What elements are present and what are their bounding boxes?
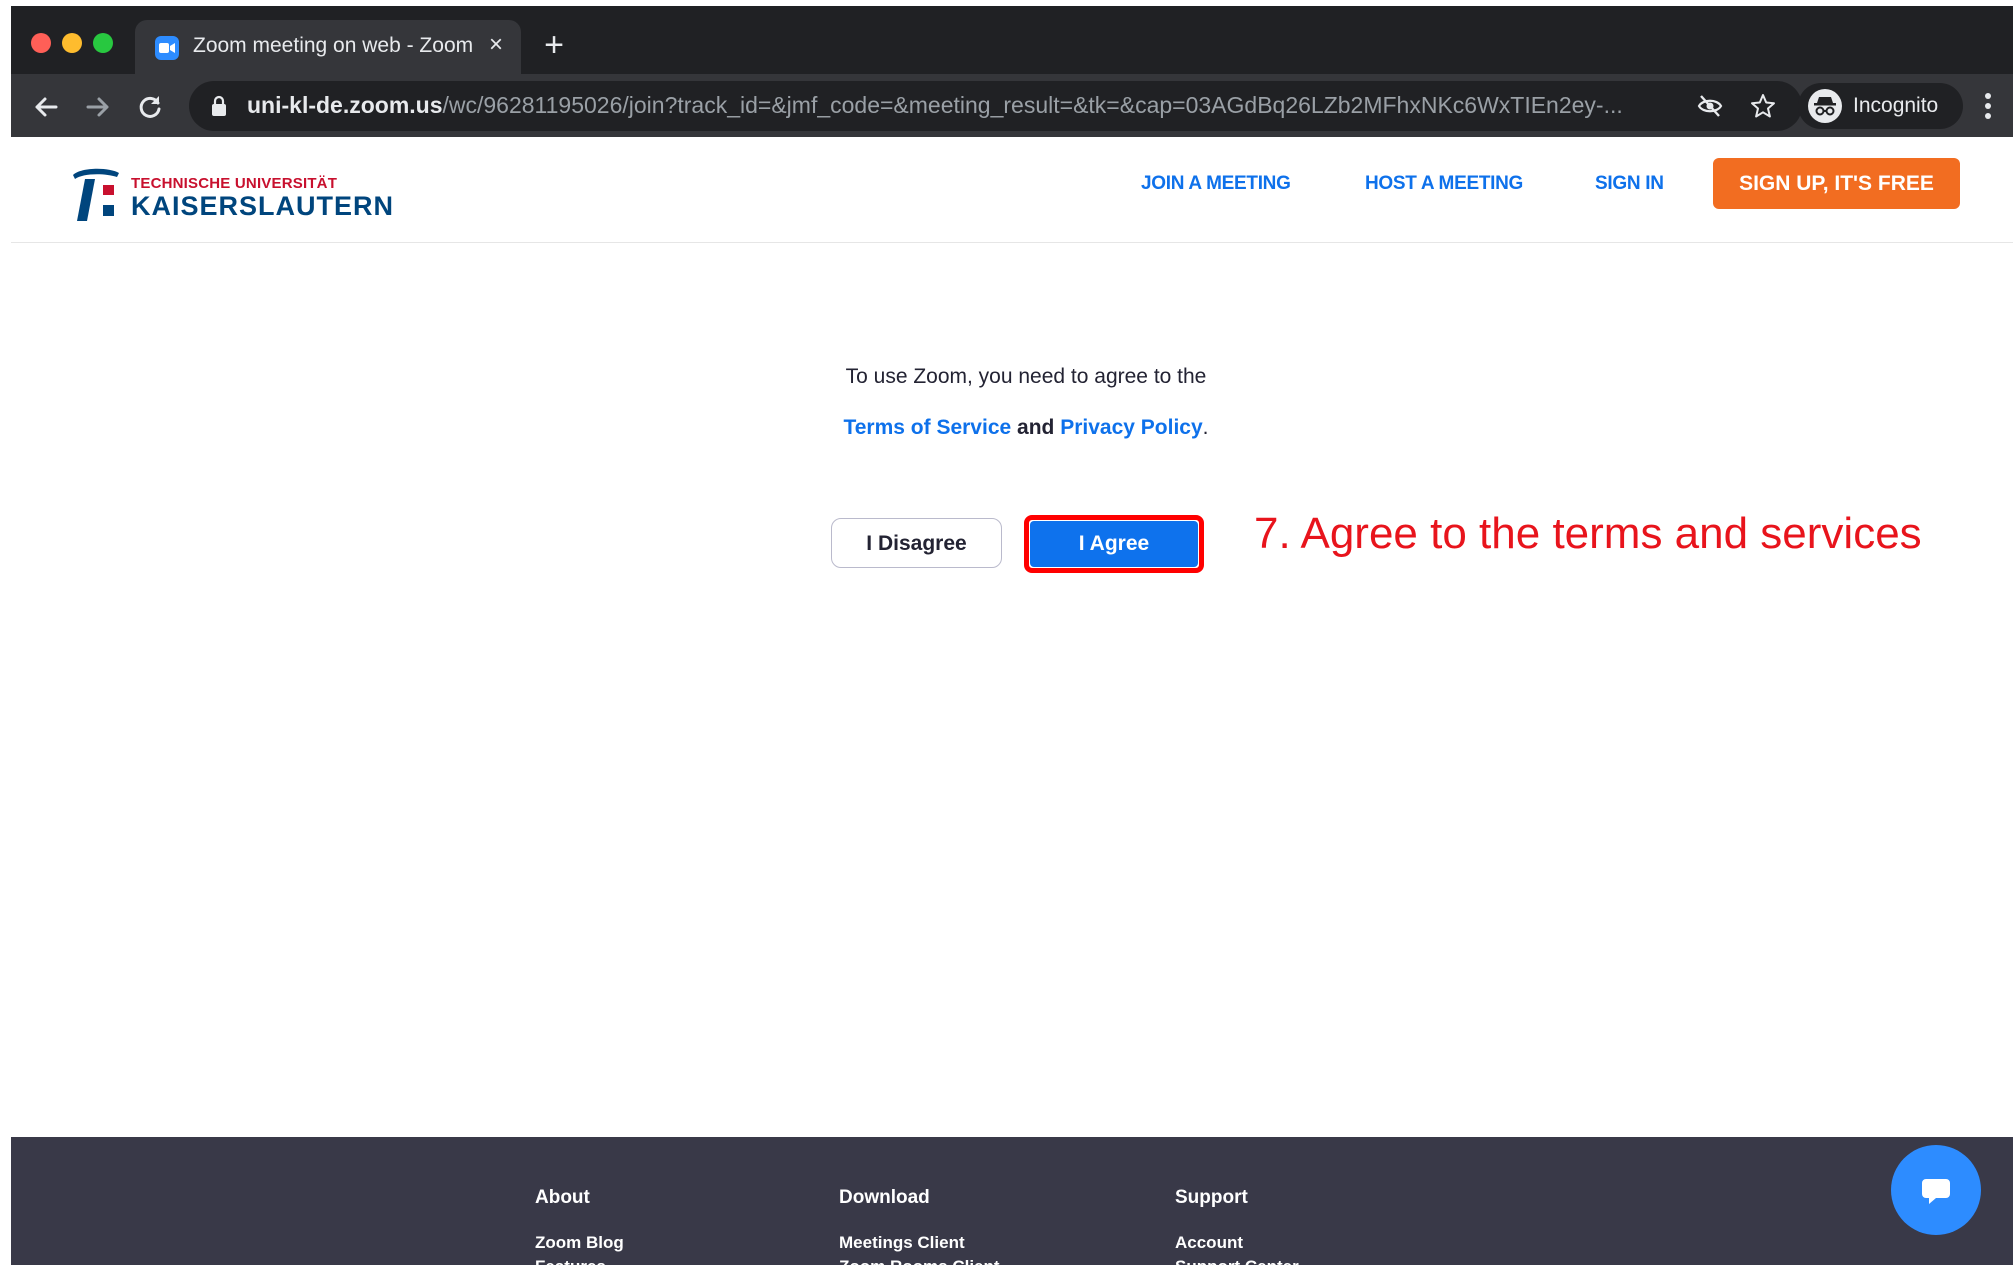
site-footer: About Zoom Blog Features Download Meetin… [11, 1137, 2013, 1265]
agree-button[interactable]: I Agree [1030, 521, 1198, 567]
chat-bubble-icon [1922, 1179, 1950, 1204]
url-path: /wc/96281195026/join?track_id=&jmf_code=… [442, 92, 1623, 118]
incognito-icon [1808, 89, 1842, 123]
sign-in-link[interactable]: SIGN IN [1595, 173, 1664, 195]
host-meeting-link[interactable]: HOST A MEETING [1365, 173, 1523, 195]
reload-icon[interactable] [135, 92, 165, 122]
footer-link-account[interactable]: Account [1175, 1231, 1299, 1255]
bookmark-star-icon[interactable] [1750, 93, 1776, 119]
terms-links: Terms of Service and Privacy Policy. [711, 416, 1341, 440]
footer-about-heading: About [535, 1187, 590, 1208]
sign-up-button[interactable]: SIGN UP, IT'S FREE [1713, 158, 1960, 209]
url-text[interactable]: uni-kl-de.zoom.us/wc/96281195026/join?tr… [247, 92, 1697, 119]
chat-support-button[interactable] [1891, 1145, 1981, 1235]
url-host: uni-kl-de.zoom.us [247, 92, 443, 118]
lock-icon [211, 95, 227, 122]
incognito-indicator[interactable]: Incognito [1798, 83, 1963, 129]
footer-about-column: About Zoom Blog Features [535, 1187, 624, 1265]
footer-support-heading: Support [1175, 1187, 1248, 1208]
privacy-policy-link[interactable]: Privacy Policy [1060, 416, 1202, 439]
tab-zoom-meeting[interactable]: Zoom meeting on web - Zoom × [135, 20, 521, 74]
more-menu-icon[interactable] [1973, 89, 2003, 123]
new-tab-button[interactable]: + [539, 28, 569, 62]
incognito-label: Incognito [1853, 94, 1939, 117]
footer-link-support-center[interactable]: Support Center [1175, 1255, 1299, 1265]
maximize-window-button[interactable] [93, 33, 113, 53]
close-window-button[interactable] [31, 33, 51, 53]
minimize-window-button[interactable] [62, 33, 82, 53]
footer-link-features[interactable]: Features [535, 1255, 624, 1265]
tab-close-icon[interactable]: × [483, 32, 509, 58]
tu-kaiserslautern-logo[interactable]: TECHNISCHE UNIVERSITÄT KAISERSLAUTERN [69, 165, 393, 225]
browser-toolbar: uni-kl-de.zoom.us/wc/96281195026/join?tr… [11, 74, 2013, 137]
back-arrow-icon[interactable] [31, 92, 61, 122]
forward-arrow-icon[interactable] [83, 92, 113, 122]
terms-period: . [1202, 416, 1209, 439]
browser-window: Zoom meeting on web - Zoom × + uni-kl-de… [11, 6, 2013, 1265]
logo-text-line1: TECHNISCHE UNIVERSITÄT [131, 175, 338, 192]
footer-link-zoom-rooms-client[interactable]: Zoom Rooms Client [839, 1255, 1000, 1265]
terms-prompt: To use Zoom, you need to agree to the [845, 365, 1207, 388]
join-meeting-link[interactable]: JOIN A MEETING [1141, 173, 1291, 195]
site-header: TECHNISCHE UNIVERSITÄT KAISERSLAUTERN JO… [11, 137, 2013, 243]
browser-titlebar: Zoom meeting on web - Zoom × + [11, 6, 2013, 74]
footer-link-zoom-blog[interactable]: Zoom Blog [535, 1231, 624, 1255]
disagree-button[interactable]: I Disagree [831, 518, 1002, 568]
footer-download-column: Download Meetings Client Zoom Rooms Clie… [839, 1187, 1000, 1265]
footer-support-column: Support Account Support Center [1175, 1187, 1299, 1265]
address-bar[interactable]: uni-kl-de.zoom.us/wc/96281195026/join?tr… [189, 81, 1802, 131]
tu-logo-mark-icon [73, 168, 119, 221]
footer-link-meetings-client[interactable]: Meetings Client [839, 1231, 1000, 1255]
logo-text-line2: KAISERSLAUTERN [131, 191, 395, 221]
terms-and-text: and [1017, 416, 1055, 439]
tutorial-annotation: 7. Agree to the terms and services [1254, 509, 1922, 558]
footer-download-heading: Download [839, 1187, 930, 1208]
terms-of-service-link[interactable]: Terms of Service [843, 416, 1011, 439]
page-content: TECHNISCHE UNIVERSITÄT KAISERSLAUTERN JO… [11, 137, 2013, 1265]
zoom-favicon-icon [155, 36, 179, 60]
tracking-blocked-eye-icon[interactable] [1697, 93, 1723, 119]
tab-title: Zoom meeting on web - Zoom [193, 34, 474, 57]
